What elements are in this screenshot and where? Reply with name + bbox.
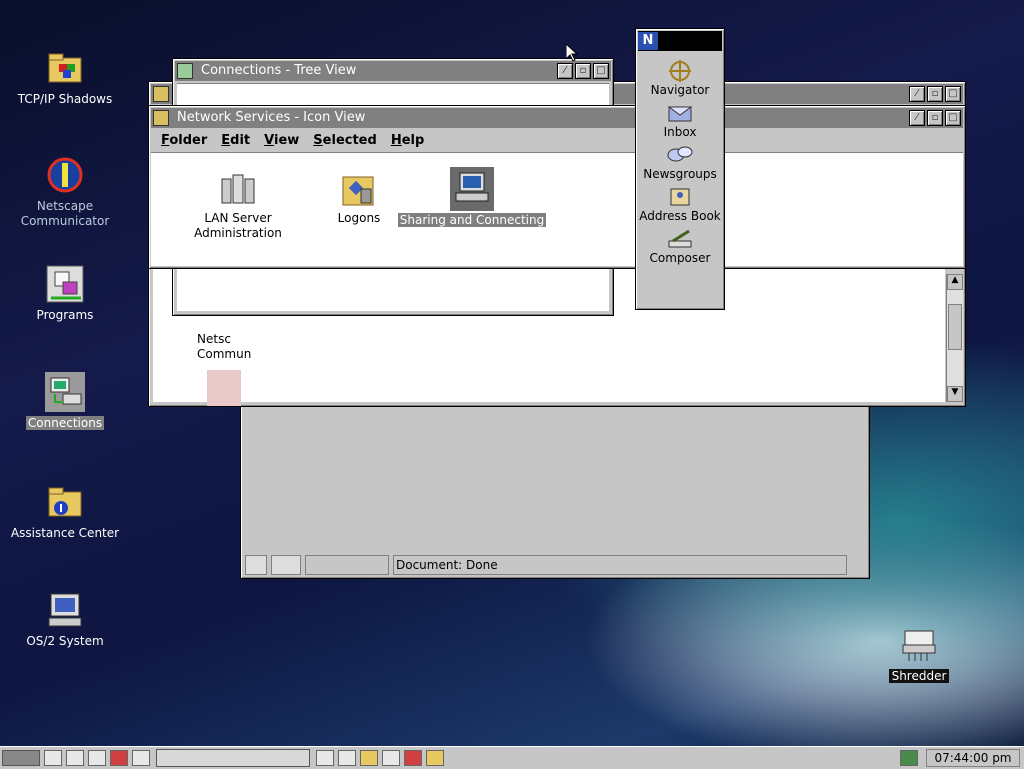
book-icon[interactable] bbox=[404, 750, 422, 766]
folder-icon[interactable] bbox=[426, 750, 444, 766]
desktop-icon-assistance-center[interactable]: Assistance Center bbox=[10, 482, 120, 541]
desktop-icon-label: Netscape Communicator bbox=[20, 199, 110, 228]
desktop-icon-label: Connections bbox=[25, 416, 105, 430]
partial-netscape-icon[interactable]: Netsc Commun bbox=[183, 332, 263, 362]
lan-server-admin-item[interactable]: LAN Server Administration bbox=[183, 173, 293, 241]
desktop-icon-label: OS/2 System bbox=[26, 634, 104, 648]
scroll-thumb[interactable] bbox=[948, 304, 962, 350]
menu-selected[interactable]: Selected bbox=[313, 133, 377, 148]
address-book-button[interactable]: Address Book bbox=[636, 185, 724, 223]
partial-folder-icon bbox=[207, 370, 241, 406]
inbox-label: Inbox bbox=[663, 125, 697, 139]
item-label: LAN Server Administration bbox=[194, 211, 282, 240]
sharing-computer-icon bbox=[450, 167, 494, 211]
desktop-icon-tcpip-shadows[interactable]: TCP/IP Shadows bbox=[10, 48, 120, 107]
restore-button[interactable]: ▫ bbox=[927, 86, 943, 102]
navigator-label: Navigator bbox=[650, 83, 710, 97]
address-book-icon bbox=[665, 185, 695, 209]
logons-folder-icon bbox=[339, 167, 379, 209]
desktop-icon-connections[interactable]: Connections bbox=[10, 372, 120, 431]
services-client-area: LAN Server Administration Logons Sharing… bbox=[151, 152, 963, 266]
hide-button[interactable]: ⁄ bbox=[909, 110, 925, 126]
folder-icon[interactable] bbox=[360, 750, 378, 766]
desktop-icon-label: Shredder bbox=[864, 669, 974, 684]
hide-button[interactable]: ⁄ bbox=[557, 63, 573, 79]
window-title: Network Services - Icon View bbox=[177, 110, 366, 125]
newsgroups-icon bbox=[665, 143, 695, 167]
component-bar-header[interactable]: N bbox=[638, 31, 722, 51]
maximize-button[interactable]: □ bbox=[945, 110, 961, 126]
folder-icon bbox=[45, 48, 85, 88]
shredder-icon bbox=[899, 625, 939, 665]
restore-button[interactable]: ▫ bbox=[927, 110, 943, 126]
window-list-icon[interactable] bbox=[44, 750, 62, 766]
desktop-icon-programs[interactable]: Programs bbox=[10, 264, 120, 323]
scroll-up-arrow[interactable]: ▲ bbox=[947, 274, 963, 290]
taskbar: 07:44:00 pm bbox=[0, 746, 1024, 769]
composer-label: Composer bbox=[649, 251, 711, 265]
taskbar-input-field[interactable] bbox=[156, 749, 310, 767]
component-bar-icon[interactable] bbox=[245, 555, 267, 575]
maximize-button[interactable]: □ bbox=[593, 63, 609, 79]
security-lock-icon[interactable] bbox=[271, 555, 301, 575]
navigator-button[interactable]: Navigator bbox=[636, 59, 724, 97]
newsgroups-button[interactable]: Newsgroups bbox=[636, 143, 724, 181]
power-plug-icon[interactable] bbox=[132, 750, 150, 766]
system-menu-icon[interactable] bbox=[177, 63, 193, 79]
folder-icon[interactable] bbox=[153, 110, 169, 126]
navigator-wheel-icon bbox=[665, 59, 695, 83]
taskbar-clock[interactable]: 07:44:00 pm bbox=[926, 749, 1020, 767]
drives-icon[interactable] bbox=[316, 750, 334, 766]
netscape-component-bar[interactable]: N Navigator Inbox Newsgroups Address Boo… bbox=[635, 28, 725, 310]
tree-titlebar[interactable]: Connections - Tree View ⁄ ▫ □ bbox=[175, 61, 611, 81]
item-label: Sharing and Connecting bbox=[397, 213, 547, 227]
hard-disk-icon[interactable] bbox=[338, 750, 356, 766]
programs-icon bbox=[45, 264, 85, 304]
status-text: Document: Done bbox=[393, 555, 847, 575]
desktop-icon-netscape-communicator[interactable]: Netscape Communicator bbox=[10, 155, 120, 229]
desktop-icon-os2-system[interactable]: OS/2 System bbox=[10, 590, 120, 649]
menu-bar: Folder Edit View Selected Help bbox=[151, 129, 963, 151]
inbox-button[interactable]: Inbox bbox=[636, 101, 724, 139]
maximize-button[interactable]: □ bbox=[945, 86, 961, 102]
services-titlebar[interactable]: Network Services - Icon View ⁄ ▫ □ bbox=[151, 108, 963, 128]
system-menu-icon[interactable] bbox=[153, 86, 169, 102]
progress-field bbox=[305, 555, 389, 575]
find-icon[interactable] bbox=[88, 750, 106, 766]
info-icon[interactable] bbox=[900, 750, 918, 766]
lock-icon[interactable] bbox=[66, 750, 84, 766]
inbox-icon bbox=[665, 101, 695, 125]
network-services-window[interactable]: Network Services - Icon View ⁄ ▫ □ Folde… bbox=[148, 105, 966, 269]
os2-logo-icon[interactable] bbox=[2, 750, 40, 766]
restore-button[interactable]: ▫ bbox=[575, 63, 591, 79]
menu-edit[interactable]: Edit bbox=[221, 133, 250, 148]
computer-icon bbox=[45, 590, 85, 630]
menu-view[interactable]: View bbox=[264, 133, 299, 148]
netscape-icon bbox=[45, 155, 85, 195]
scroll-down-arrow[interactable]: ▼ bbox=[947, 386, 963, 402]
assistance-folder-icon bbox=[45, 482, 85, 522]
desktop-icon-label: Programs bbox=[36, 308, 94, 322]
composer-button[interactable]: Composer bbox=[636, 227, 724, 265]
newsgroups-label: Newsgroups bbox=[643, 167, 717, 181]
address-book-label: Address Book bbox=[639, 209, 721, 223]
printer-icon[interactable] bbox=[382, 750, 400, 766]
desktop-icon-label: TCP/IP Shadows bbox=[17, 92, 113, 106]
menu-help[interactable]: Help bbox=[391, 133, 424, 148]
netscape-n-icon: N bbox=[638, 32, 658, 50]
netscape-label-partial: Netsc Commun bbox=[197, 332, 252, 361]
mouse-pointer-icon bbox=[565, 42, 579, 65]
composer-pen-icon bbox=[665, 227, 695, 251]
sharing-connecting-item[interactable]: Sharing and Connecting bbox=[397, 167, 547, 228]
connections-icon bbox=[45, 372, 85, 412]
browser-status-bar: Document: Done bbox=[243, 554, 867, 576]
shutdown-icon[interactable] bbox=[110, 750, 128, 766]
vertical-scrollbar[interactable]: ▲ ▼ bbox=[946, 274, 963, 402]
window-title: Connections - Tree View bbox=[201, 63, 357, 78]
hide-button[interactable]: ⁄ bbox=[909, 86, 925, 102]
desktop-icon-label: Assistance Center bbox=[10, 526, 120, 540]
menu-folder[interactable]: Folder bbox=[161, 133, 207, 148]
servers-icon bbox=[218, 173, 258, 209]
desktop-icon-shredder[interactable]: Shredder bbox=[864, 625, 974, 684]
